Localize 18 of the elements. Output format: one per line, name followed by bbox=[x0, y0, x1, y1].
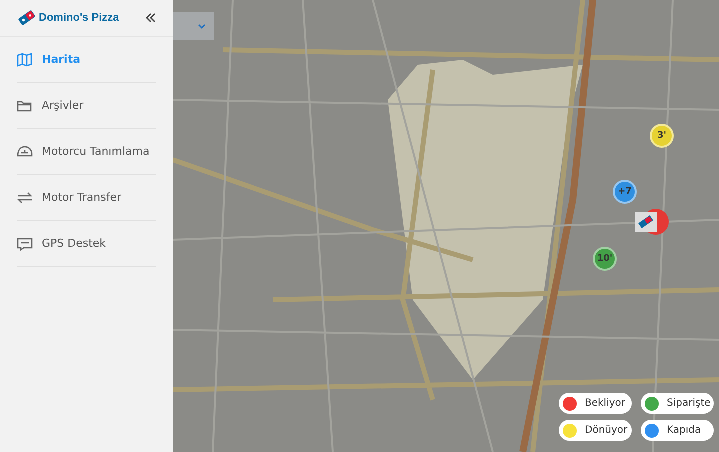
legend-label: Kapıda bbox=[667, 425, 702, 436]
legend-label: Dönüyor bbox=[585, 425, 628, 436]
helmet-icon bbox=[17, 144, 33, 158]
collapse-icon[interactable] bbox=[146, 13, 156, 23]
legend-label: Siparişte bbox=[667, 398, 711, 409]
store-marker-icon[interactable] bbox=[633, 208, 671, 236]
nav-item[interactable]: Motorcu Tanımlama bbox=[17, 129, 156, 175]
arrows-icon bbox=[17, 190, 33, 204]
chat-icon bbox=[17, 236, 33, 250]
map-icon bbox=[17, 52, 33, 66]
folder-icon bbox=[17, 98, 33, 112]
map-placeholder[interactable]: 3' +7 10' Bekliyor Siparişte Dönüyor Kapıda bbox=[173, 0, 719, 452]
nav-item[interactable]: GPS Destek bbox=[17, 221, 156, 267]
nav-item[interactable]: Motor Transfer bbox=[17, 175, 156, 221]
chevron-down-icon bbox=[198, 24, 206, 28]
nav-item[interactable]: Arşivler bbox=[17, 83, 156, 129]
legend-label: Bekliyor bbox=[585, 398, 626, 409]
brand-name: Domino's Pizza bbox=[39, 12, 120, 24]
